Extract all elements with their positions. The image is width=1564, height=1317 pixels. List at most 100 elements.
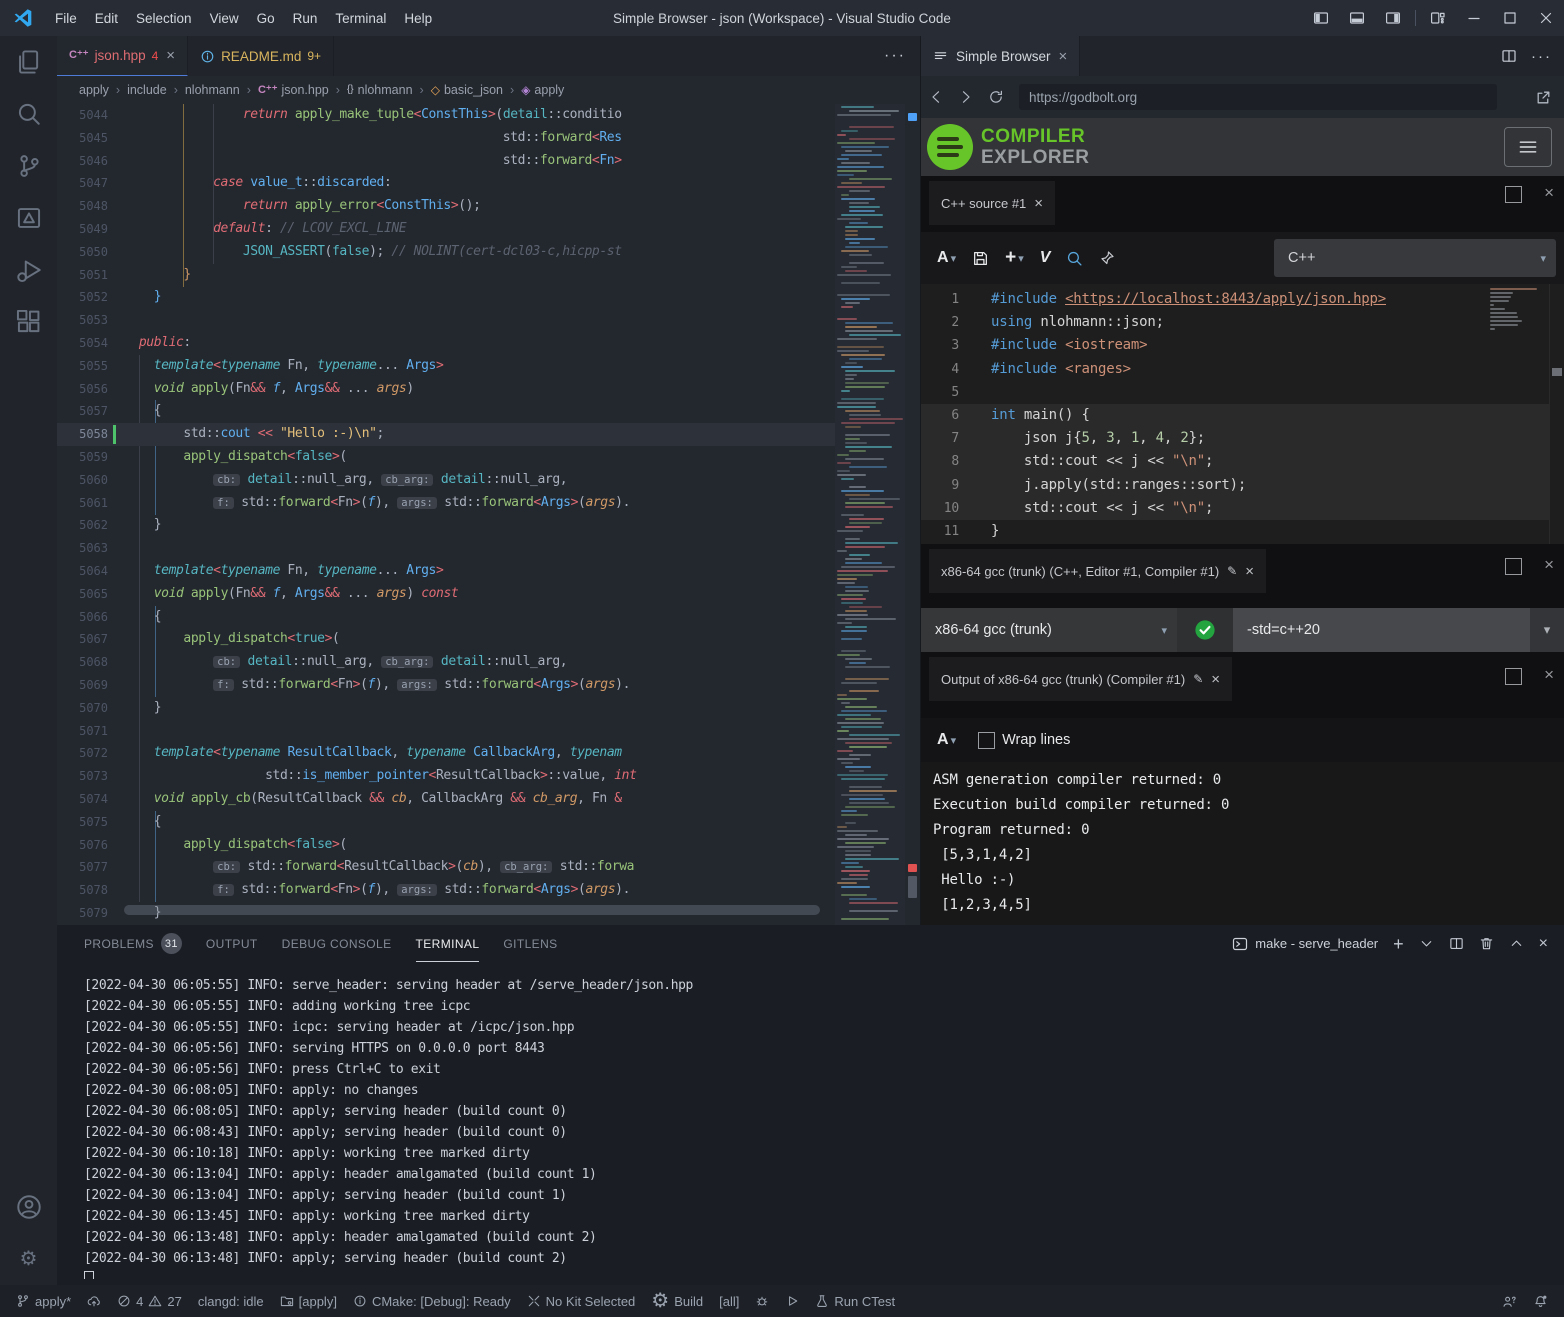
menu-go[interactable]: Go xyxy=(248,11,284,26)
code-line-5045[interactable]: 5045 std::forward<Res xyxy=(57,127,835,150)
code-line-5064[interactable]: 5064 template<typename Fn, typename... A… xyxy=(57,560,835,583)
status-feedback[interactable] xyxy=(1494,1294,1525,1309)
panel-tab-output[interactable]: OUTPUT xyxy=(206,925,258,962)
edit-title-icon[interactable]: ✎ xyxy=(1193,673,1203,685)
activity-explorer[interactable] xyxy=(0,36,57,88)
customize-layout-button[interactable] xyxy=(1420,0,1456,36)
menu-run[interactable]: Run xyxy=(284,11,327,26)
close-panel-button[interactable]: × xyxy=(1539,936,1548,952)
terminal-picker-button[interactable] xyxy=(1419,936,1434,951)
back-button[interactable] xyxy=(921,89,951,105)
status-run-ctest[interactable]: Run CTest xyxy=(807,1285,903,1317)
wrap-lines-checkbox[interactable] xyxy=(978,732,995,749)
menu-edit[interactable]: Edit xyxy=(86,11,127,26)
code-line-5060[interactable]: 5060 cb: detail::null_arg, cb_arg: detai… xyxy=(57,469,835,492)
code-line-5057[interactable]: 5057 { xyxy=(57,400,835,423)
activity-accounts[interactable] xyxy=(0,1181,57,1233)
font-size-button[interactable]: A▾ xyxy=(937,731,956,749)
close-window-button[interactable] xyxy=(1528,0,1564,36)
code-line-5047[interactable]: 5047 case value_t::discarded: xyxy=(57,172,835,195)
code-line-5049[interactable]: 5049 default: // LCOV_EXCL_LINE xyxy=(57,218,835,241)
output-pane-tab[interactable]: Output of x86-64 gcc (trunk) (Compiler #… xyxy=(929,657,1232,701)
code-line-5076[interactable]: 5076 apply_dispatch<false>( xyxy=(57,834,835,857)
status-notifications[interactable] xyxy=(1525,1294,1556,1309)
gb-code-line-9[interactable]: 9 j.apply(std::ranges::sort); xyxy=(921,474,1564,497)
code-line-5059[interactable]: 5059 apply_dispatch<false>( xyxy=(57,446,835,469)
code-line-5062[interactable]: 5062 } xyxy=(57,514,835,537)
panel-tab-debug-console[interactable]: DEBUG CONSOLE xyxy=(282,925,392,962)
code-line-5077[interactable]: 5077 cb: std::forward<ResultCallback>(cb… xyxy=(57,856,835,879)
tab-simple-browser[interactable]: Simple Browser × xyxy=(921,36,1080,76)
activity-manage[interactable]: ⚙ xyxy=(0,1233,57,1285)
close-icon[interactable]: × xyxy=(1245,563,1254,580)
language-select[interactable]: C++ ▾ xyxy=(1274,239,1556,277)
code-line-5053[interactable]: 5053 xyxy=(57,309,835,332)
layout-sidebar-right-button[interactable] xyxy=(1375,0,1411,36)
gb-code-line-7[interactable]: 7 json j{5, 3, 1, 4, 2}; xyxy=(921,427,1564,450)
breadcrumb-item-apply[interactable]: ◈apply xyxy=(521,83,564,97)
code-line-5068[interactable]: 5068 cb: detail::null_arg, cb_arg: detai… xyxy=(57,651,835,674)
save-button[interactable] xyxy=(972,250,989,267)
minimap[interactable] xyxy=(835,104,905,925)
source-pane-tab[interactable]: C++ source #1 × xyxy=(929,181,1055,225)
open-external-button[interactable] xyxy=(1535,89,1552,106)
activity-search[interactable] xyxy=(0,88,57,140)
tab-json.hpp[interactable]: C⁺⁺json.hpp4× xyxy=(57,36,188,76)
compiler-select[interactable]: x86-64 gcc (trunk) ▾ xyxy=(921,608,1177,652)
hamburger-menu-button[interactable] xyxy=(1504,127,1552,167)
code-line-5046[interactable]: 5046 std::forward<Fn> xyxy=(57,150,835,173)
add-pane-button[interactable]: +▾ xyxy=(1005,247,1024,269)
gb-code-line-8[interactable]: 8 std::cout << j << "\n"; xyxy=(921,450,1564,473)
panel-tab-problems[interactable]: PROBLEMS31 xyxy=(84,925,182,962)
breadcrumb-item-json.hpp[interactable]: C⁺⁺json.hpp xyxy=(258,83,329,97)
code-line-5048[interactable]: 5048 return apply_error<ConstThis>(); xyxy=(57,195,835,218)
vim-mode-button[interactable]: V xyxy=(1040,249,1051,267)
close-icon[interactable]: × xyxy=(1211,671,1220,688)
code-line-5063[interactable]: 5063 xyxy=(57,537,835,560)
editor-scrollbar[interactable] xyxy=(905,104,920,925)
code-line-5073[interactable]: 5073 std::is_member_pointer<ResultCallba… xyxy=(57,765,835,788)
options-dropdown-button[interactable]: ▾ xyxy=(1530,608,1564,652)
close-icon[interactable]: × xyxy=(166,47,175,64)
layout-panel-button[interactable] xyxy=(1339,0,1375,36)
new-terminal-button[interactable]: + xyxy=(1393,935,1404,953)
status-cmake-project[interactable]: [apply] xyxy=(272,1285,345,1317)
gb-code-line-2[interactable]: 2using nlohmann::json; xyxy=(921,311,1564,334)
godbolt-scrollbar[interactable] xyxy=(1549,284,1564,544)
code-line-5070[interactable]: 5070 } xyxy=(57,697,835,720)
code-line-5065[interactable]: 5065 void apply(Fn&& f, Args&& ... args)… xyxy=(57,583,835,606)
activity-extensions[interactable] xyxy=(0,296,57,348)
pin-icon[interactable] xyxy=(1099,250,1115,266)
gb-code-line-4[interactable]: 4#include <ranges> xyxy=(921,358,1564,381)
breadcrumb-item-nlohmann[interactable]: {}nlohmann xyxy=(347,83,413,97)
menu-file[interactable]: File xyxy=(46,11,86,26)
gb-code-line-6[interactable]: 6int main() { xyxy=(921,404,1564,427)
maximize-button[interactable] xyxy=(1492,0,1528,36)
code-editor[interactable]: 5044 return apply_make_tuple<ConstThis>(… xyxy=(57,104,920,925)
status-problems[interactable]: 427 xyxy=(109,1285,190,1317)
close-icon[interactable]: × xyxy=(1059,48,1068,65)
reload-button[interactable] xyxy=(981,89,1011,105)
status-cmake-build[interactable]: ⚙Build xyxy=(643,1285,711,1317)
status-cmake-status[interactable]: CMake: [Debug]: Ready xyxy=(345,1285,519,1317)
split-editor-button[interactable] xyxy=(1501,48,1517,64)
scrollbar-slider[interactable] xyxy=(908,876,917,898)
godbolt-source-editor[interactable]: 1#include <https://localhost:8443/apply/… xyxy=(921,284,1564,544)
activity-source-control[interactable] xyxy=(0,140,57,192)
code-line-5067[interactable]: 5067 apply_dispatch<true>( xyxy=(57,628,835,651)
panel-tab-terminal[interactable]: TERMINAL xyxy=(416,925,480,962)
status-cmake-kit[interactable]: No Kit Selected xyxy=(519,1285,644,1317)
code-line-5052[interactable]: 5052 } xyxy=(57,286,835,309)
activity-run-and-debug[interactable] xyxy=(0,244,57,296)
browser-more-actions-button[interactable]: ··· xyxy=(1531,48,1552,65)
compiler-options-input[interactable]: -std=c++20 xyxy=(1233,608,1530,652)
close-pane-icon[interactable]: × xyxy=(1544,665,1554,685)
maximize-panel-button[interactable] xyxy=(1509,936,1524,951)
status-sync-changes[interactable] xyxy=(79,1285,109,1317)
gb-code-line-3[interactable]: 3#include <iostream> xyxy=(921,334,1564,357)
breadcrumb-item-basic_json[interactable]: ◇basic_json xyxy=(431,83,503,97)
panel-tab-gitlens[interactable]: GITLENS xyxy=(503,925,557,962)
code-line-5066[interactable]: 5066 { xyxy=(57,606,835,629)
status-cmake-debug[interactable] xyxy=(747,1285,777,1317)
menu-help[interactable]: Help xyxy=(395,11,441,26)
